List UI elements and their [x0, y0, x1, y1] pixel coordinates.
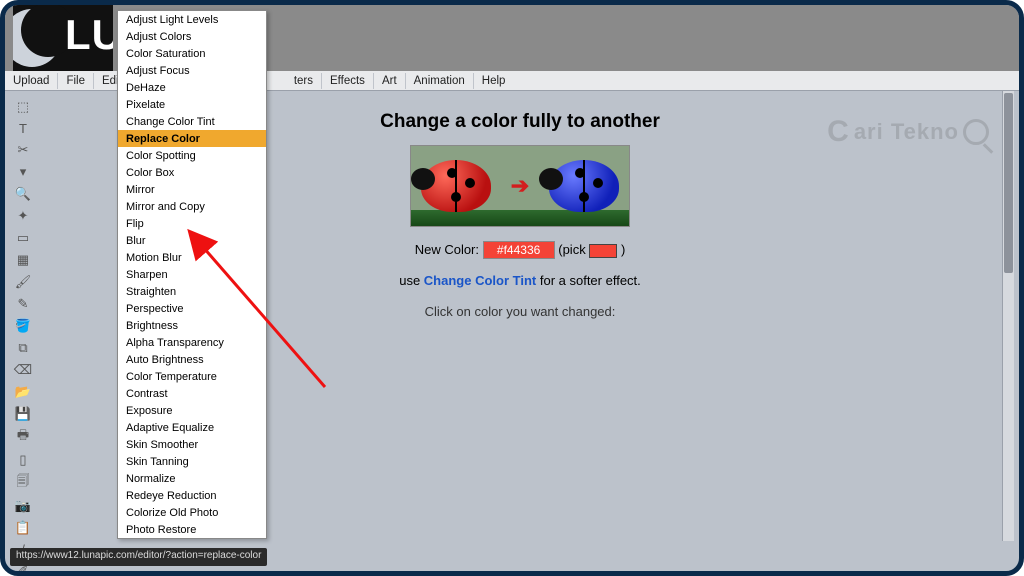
change-color-tint-link[interactable]: Change Color Tint: [424, 273, 536, 288]
vertical-scrollbar[interactable]: [1002, 91, 1014, 541]
dropdown-item-redeye-reduction[interactable]: Redeye Reduction: [118, 487, 266, 504]
clipboard-icon[interactable]: 📋: [13, 520, 33, 536]
rect-icon[interactable]: ▭: [13, 230, 33, 246]
status-url: https://www12.lunapic.com/editor/?action…: [16, 550, 261, 561]
dropdown-item-change-color-tint[interactable]: Change Color Tint: [118, 113, 266, 130]
dropdown-item-adjust-light-levels[interactable]: Adjust Light Levels: [118, 11, 266, 28]
dropdown-item-adjust-focus[interactable]: Adjust Focus: [118, 62, 266, 79]
save-icon[interactable]: 💾: [13, 406, 33, 422]
menu-ters[interactable]: ters: [286, 73, 322, 89]
dropdown-item-straighten[interactable]: Straighten: [118, 283, 266, 300]
menu-effects[interactable]: Effects: [322, 73, 374, 89]
example-image: ➔: [410, 145, 630, 227]
watermark: Cari Tekno: [827, 115, 989, 149]
page-icon[interactable]: ▯: [13, 452, 33, 468]
dropdown-item-brightness[interactable]: Brightness: [118, 317, 266, 334]
dropdown-item-color-spotting[interactable]: Color Spotting: [118, 147, 266, 164]
print-icon[interactable]: 🖶: [13, 428, 33, 446]
dropdown-item-adaptive-equalize[interactable]: Adaptive Equalize: [118, 419, 266, 436]
dropdown-item-skin-smoother[interactable]: Skin Smoother: [118, 436, 266, 453]
left-toolbar: ⬚T✂▾🔍✦▭▦🖌✎🪣⧉⌫📂💾🖶▯🗐📷📋/✐: [10, 93, 36, 541]
dropdown-item-color-temperature[interactable]: Color Temperature: [118, 368, 266, 385]
logo-text: LU: [65, 11, 113, 59]
hex-input[interactable]: [483, 241, 555, 259]
scrollbar-thumb[interactable]: [1004, 93, 1013, 273]
dropdown-item-motion-blur[interactable]: Motion Blur: [118, 249, 266, 266]
dropdown-item-photo-restore[interactable]: Photo Restore: [118, 521, 266, 538]
dropdown-item-normalize[interactable]: Normalize: [118, 470, 266, 487]
magnify-icon[interactable]: 🔍: [13, 186, 33, 202]
logo[interactable]: LU: [13, 5, 113, 71]
menu-art[interactable]: Art: [374, 73, 406, 89]
dropdown-item-adjust-colors[interactable]: Adjust Colors: [118, 28, 266, 45]
dropdown-item-color-box[interactable]: Color Box: [118, 164, 266, 181]
dropdown-item-dehaze[interactable]: DeHaze: [118, 79, 266, 96]
magnify-watermark-icon: [963, 119, 989, 145]
ladybug-blue: [549, 160, 619, 212]
dropdown-item-replace-color[interactable]: Replace Color: [118, 130, 266, 147]
adjust-dropdown: Adjust Light LevelsAdjust ColorsColor Sa…: [117, 10, 267, 539]
menu-file[interactable]: File: [58, 73, 94, 89]
open-icon[interactable]: 📂: [13, 384, 33, 400]
dropdown-item-pixelate[interactable]: Pixelate: [118, 96, 266, 113]
eraser-icon[interactable]: ⌫: [13, 362, 33, 378]
scissors-icon[interactable]: ✂: [13, 142, 33, 158]
menu-upload[interactable]: Upload: [5, 73, 58, 89]
dropdown-item-perspective[interactable]: Perspective: [118, 300, 266, 317]
pen-icon[interactable]: ✎: [13, 296, 33, 312]
dropdown-icon[interactable]: ▾: [13, 164, 33, 180]
moon-icon: [13, 9, 61, 67]
dropdown-item-color-saturation[interactable]: Color Saturation: [118, 45, 266, 62]
dropdown-item-skin-tanning[interactable]: Skin Tanning: [118, 453, 266, 470]
status-bar: https://www12.lunapic.com/editor/?action…: [10, 548, 267, 566]
softer-suffix: for a softer effect.: [536, 273, 641, 288]
text-icon[interactable]: T: [13, 121, 33, 136]
wand-icon[interactable]: ✦: [13, 208, 33, 224]
ladybug-red: [421, 160, 491, 212]
color-swatch[interactable]: [589, 244, 617, 258]
stack-icon[interactable]: 🗐: [13, 474, 33, 492]
softer-prefix: use: [399, 273, 424, 288]
copy-icon[interactable]: ⧉: [13, 340, 33, 356]
dropdown-item-colorize-old-photo[interactable]: Colorize Old Photo: [118, 504, 266, 521]
dropdown-item-contrast[interactable]: Contrast: [118, 385, 266, 402]
dropdown-item-auto-brightness[interactable]: Auto Brightness: [118, 351, 266, 368]
arrow-right-icon: ➔: [511, 173, 529, 199]
dropdown-item-flip[interactable]: Flip: [118, 215, 266, 232]
dropdown-item-mirror[interactable]: Mirror: [118, 181, 266, 198]
dropdown-item-blur[interactable]: Blur: [118, 232, 266, 249]
grid-icon[interactable]: ▦: [13, 252, 33, 268]
dropdown-item-mirror-and-copy[interactable]: Mirror and Copy: [118, 198, 266, 215]
dropdown-item-alpha-transparency[interactable]: Alpha Transparency: [118, 334, 266, 351]
brush-icon[interactable]: 🖌: [13, 274, 33, 290]
menu-animation[interactable]: Animation: [406, 73, 474, 89]
dropdown-item-exposure[interactable]: Exposure: [118, 402, 266, 419]
dropdown-item-sharpen[interactable]: Sharpen: [118, 266, 266, 283]
new-color-label: New Color:: [415, 242, 479, 257]
pick-suffix: ): [621, 242, 625, 257]
select-dashed-icon[interactable]: ⬚: [13, 99, 33, 115]
menu-help[interactable]: Help: [474, 73, 514, 89]
bucket-icon[interactable]: 🪣: [13, 318, 33, 334]
pick-prefix: (pick: [558, 242, 585, 257]
camera-icon[interactable]: 📷: [13, 498, 33, 514]
